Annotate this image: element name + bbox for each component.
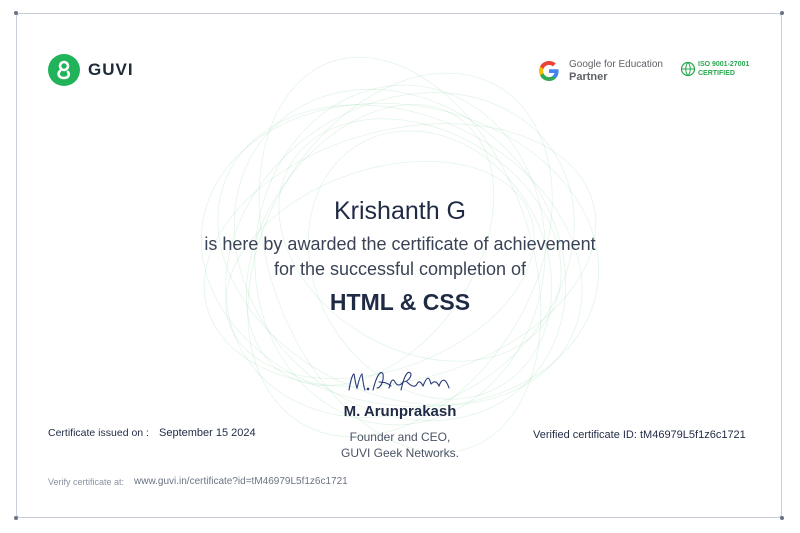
iso-line-2: CERTIFIED [698, 70, 735, 77]
guvi-logo: GUVI [48, 54, 134, 86]
iso-globe-icon [680, 61, 696, 77]
partner-line-1: Google for Education [569, 59, 663, 70]
signatory-role-line-2: GUVI Geek Networks. [340, 446, 460, 460]
issued-label: Certificate issued on : [48, 427, 149, 439]
verify-label: Verify certificate at: [48, 477, 125, 487]
iso-certified-badge: ISO 9001-27001 CERTIFIED [680, 60, 749, 78]
iso-line-1: ISO 9001-27001 [698, 61, 750, 68]
partner-line-2: Partner [569, 71, 608, 83]
google-g-icon [539, 61, 559, 81]
award-text-line-1: is here by awarded the certificate of ac… [204, 234, 596, 254]
guvi-logo-text: GUVI [88, 60, 134, 79]
signatory-name: M. Arunprakash [343, 403, 457, 420]
signature-icon [348, 371, 450, 391]
recipient-name: Krishanth G [333, 197, 466, 225]
course-title: HTML & CSS [329, 289, 471, 315]
award-text-line-2: for the successful completion of [273, 259, 527, 279]
verified-certificate-id: Verified certificate ID: tM46979L5f1z6c1… [533, 429, 746, 441]
verify-url-link[interactable]: www.guvi.in/certificate?id=tM46979L5f1z6… [134, 476, 348, 487]
issued-date: September 15 2024 [159, 427, 256, 439]
google-partner-badge: Google for Education Partner [537, 58, 663, 84]
guvi-logo-icon [48, 54, 80, 86]
